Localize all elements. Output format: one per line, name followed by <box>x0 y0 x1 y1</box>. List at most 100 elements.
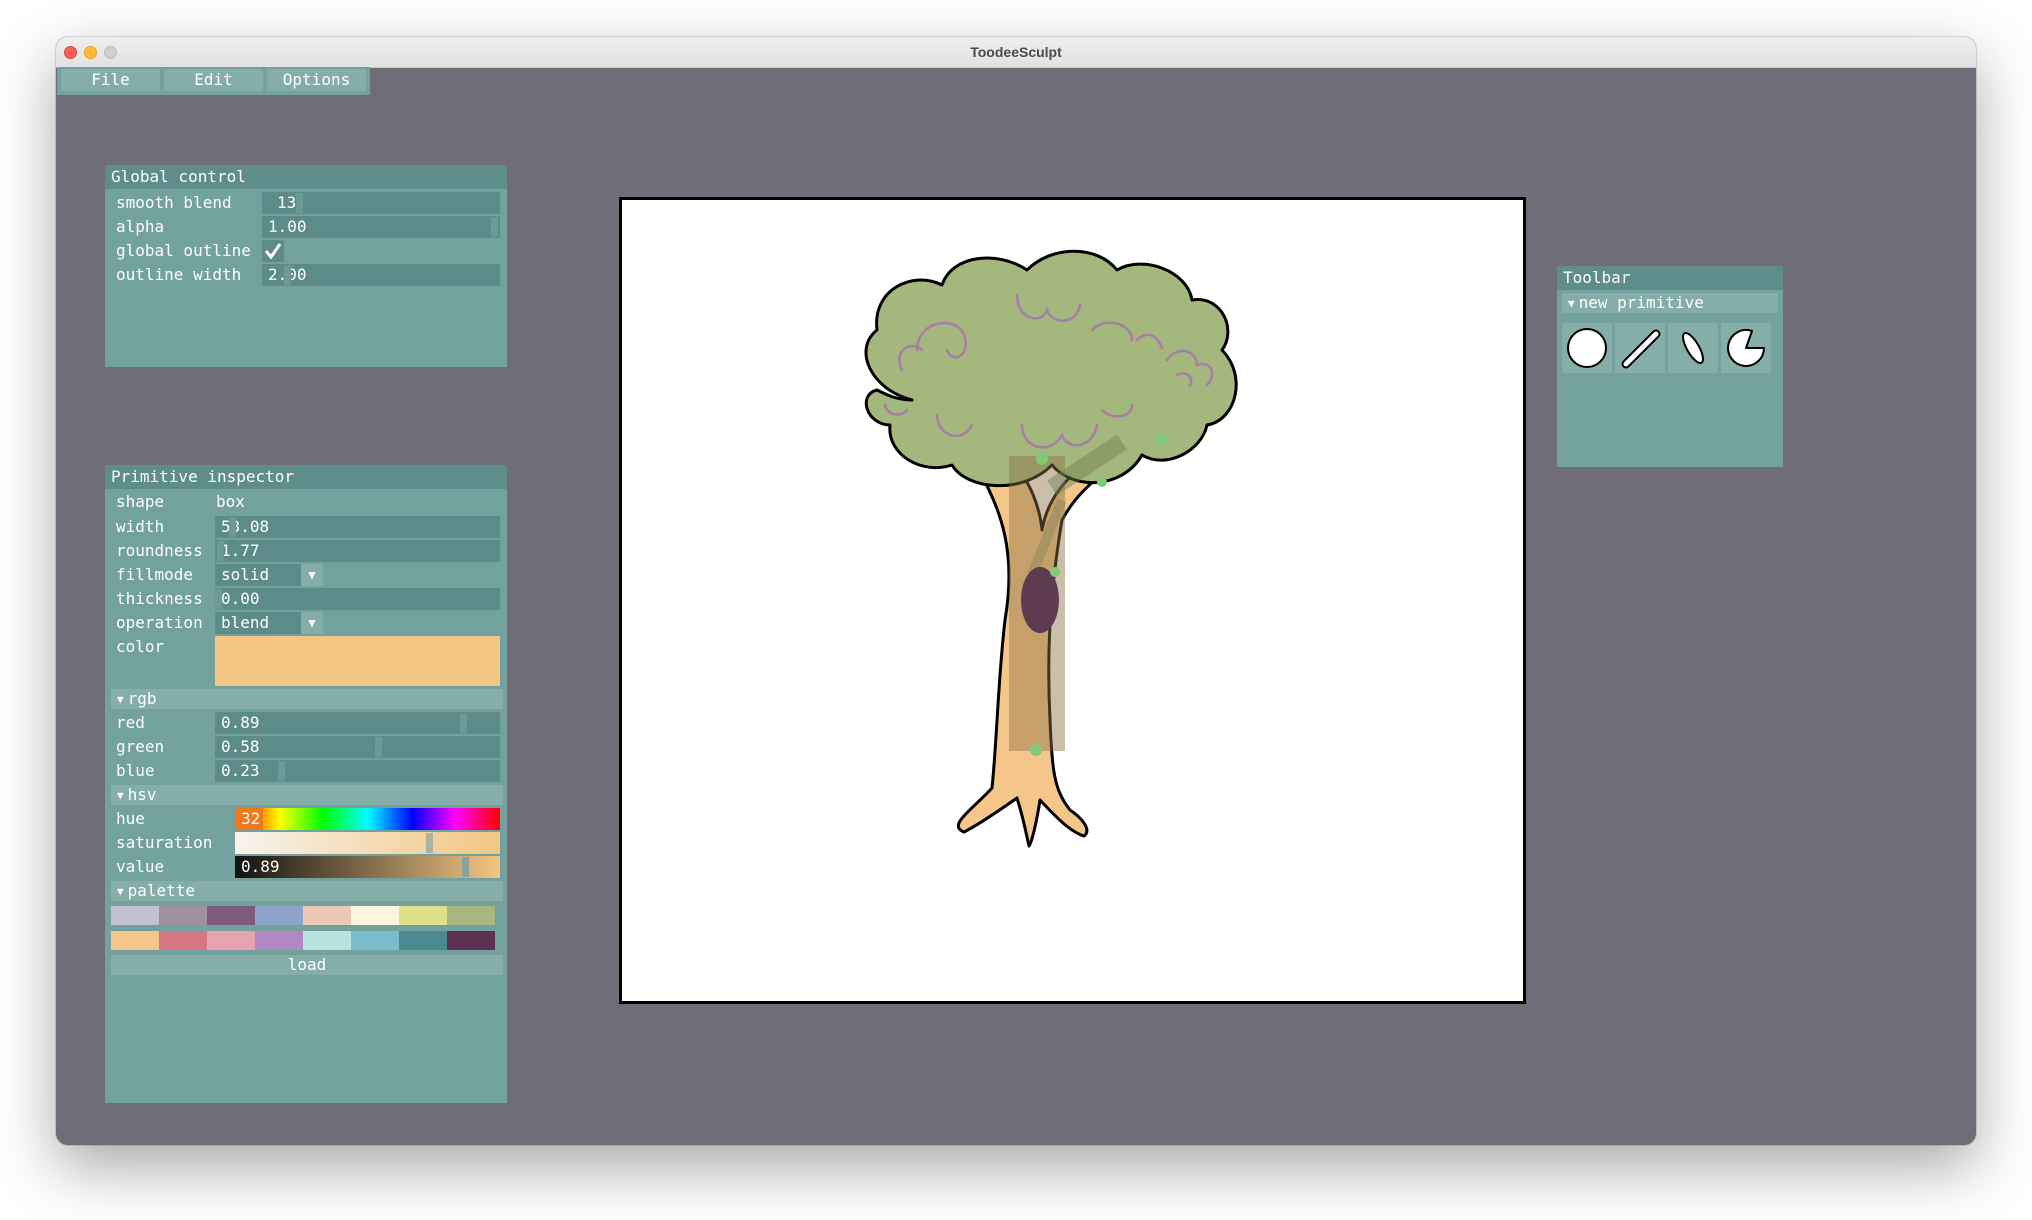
red-grab[interactable] <box>460 713 467 733</box>
alpha-slider[interactable]: 1.00 <box>262 216 500 238</box>
palette-swatch[interactable] <box>111 931 159 950</box>
pie-tool-icon <box>1727 328 1765 367</box>
palette-swatch[interactable] <box>111 906 159 925</box>
palette-swatch[interactable] <box>399 931 447 950</box>
saturation-label: saturation <box>116 833 213 852</box>
green-grab[interactable] <box>375 737 382 757</box>
width-grab[interactable] <box>229 517 236 537</box>
palette-swatch[interactable] <box>351 906 399 925</box>
value-grab[interactable] <box>462 857 469 877</box>
menu-options[interactable]: Options <box>267 69 366 91</box>
global-outline-checkbox[interactable] <box>262 240 284 262</box>
roundness-label: roundness <box>116 541 203 560</box>
hsv-section-header[interactable]: ▼ hsv <box>111 785 503 805</box>
circle-tool-button[interactable] <box>1562 323 1612 373</box>
pie-tool-button[interactable] <box>1721 323 1771 373</box>
operation-dropdown-button[interactable]: ▼ <box>301 612 323 634</box>
load-button[interactable]: load <box>111 955 503 975</box>
rgb-header-label: rgb <box>127 689 157 708</box>
menu-file[interactable]: File <box>61 69 160 91</box>
roundness-slider[interactable]: 1.77 <box>215 540 500 562</box>
line-tool-button[interactable] <box>1615 323 1665 373</box>
rgb-section-header[interactable]: ▼ rgb <box>111 689 503 709</box>
palette-swatch[interactable] <box>255 906 303 925</box>
palette-swatch[interactable] <box>399 906 447 925</box>
triangle-down-icon: ▼ <box>117 789 124 802</box>
minimize-window-button[interactable] <box>84 46 97 59</box>
value-row: value 0.89 <box>111 856 503 878</box>
blue-row: blue 0.23 <box>111 760 503 782</box>
title-bar: ToodeeSculpt <box>56 37 1976 68</box>
circle-tool-icon <box>1567 328 1607 368</box>
width-slider[interactable]: 53.08 <box>215 516 500 538</box>
fillmode-dropdown-button[interactable]: ▼ <box>301 564 323 586</box>
palette-swatch[interactable] <box>351 931 399 950</box>
blue-value: 0.23 <box>221 761 260 780</box>
thickness-value: 0.00 <box>221 589 260 608</box>
green-slider[interactable]: 0.58 <box>215 736 500 758</box>
outline-width-slider[interactable]: 2.00 <box>262 264 500 286</box>
new-primitive-section-header[interactable]: ▼ new primitive <box>1562 293 1778 313</box>
smooth-blend-slider[interactable]: 13 <box>262 192 500 214</box>
alpha-value: 1.00 <box>268 217 307 236</box>
triangle-down-icon: ▼ <box>117 693 124 706</box>
smooth-blend-grab[interactable] <box>296 193 303 213</box>
blue-grab[interactable] <box>278 761 285 781</box>
outline-width-grab[interactable] <box>284 265 291 285</box>
outline-width-label: outline width <box>116 265 242 284</box>
chevron-down-icon: ▼ <box>308 568 316 582</box>
green-row: green 0.58 <box>111 736 503 758</box>
tree-drawing <box>864 249 1238 848</box>
alpha-label: alpha <box>116 217 165 236</box>
blue-slider[interactable]: 0.23 <box>215 760 500 782</box>
hue-slider[interactable]: 32 <box>235 808 500 830</box>
palette-swatch[interactable] <box>207 931 255 950</box>
thickness-slider[interactable]: 0.00 <box>215 588 500 610</box>
roundness-value: 1.77 <box>221 541 260 560</box>
close-window-button[interactable] <box>64 46 77 59</box>
operation-select[interactable]: blend <box>215 612 301 634</box>
palette-swatch[interactable] <box>159 931 207 950</box>
palette-swatch[interactable] <box>207 906 255 925</box>
thickness-grab[interactable] <box>215 589 222 609</box>
alpha-grab[interactable] <box>491 217 498 237</box>
smooth-blend-value: 13 <box>277 193 297 212</box>
toolbar-panel: Toolbar ▼ new primitive <box>1557 266 1783 467</box>
menu-bar: File Edit Options <box>57 67 370 95</box>
drawing-canvas[interactable] <box>619 197 1526 1004</box>
menu-edit[interactable]: Edit <box>164 69 263 91</box>
palette-grid <box>111 906 503 950</box>
palette-swatch[interactable] <box>159 906 207 925</box>
hsv-header-label: hsv <box>127 785 157 804</box>
roundness-grab[interactable] <box>217 541 224 561</box>
global-control-panel: Global control smooth blend 13 alpha 1.0… <box>105 165 507 367</box>
palette-swatch[interactable] <box>303 906 351 925</box>
palette-swatch[interactable] <box>303 931 351 950</box>
ellipse-tool-button[interactable] <box>1668 323 1718 373</box>
palette-swatch[interactable] <box>447 931 495 950</box>
zoom-window-button[interactable] <box>104 46 117 59</box>
fillmode-value: solid <box>221 565 270 584</box>
blue-label: blue <box>116 761 155 780</box>
red-slider[interactable]: 0.89 <box>215 712 500 734</box>
palette-swatch[interactable] <box>447 906 495 925</box>
tree-knot-hole <box>1021 567 1059 633</box>
color-preview-swatch[interactable] <box>215 636 500 686</box>
shape-value: box <box>216 492 245 511</box>
hue-row: hue 32 <box>111 808 503 830</box>
saturation-grab[interactable] <box>426 833 433 853</box>
global-outline-row: global outline <box>111 240 503 262</box>
fillmode-select[interactable]: solid <box>215 564 301 586</box>
operation-value: blend <box>221 613 270 632</box>
color-row: color <box>111 636 503 686</box>
operation-row: operation blend ▼ <box>111 612 503 634</box>
line-tool-icon <box>1621 329 1661 369</box>
saturation-slider[interactable]: 0.75 <box>235 832 500 854</box>
primitive-inspector-title: Primitive inspector <box>105 465 507 489</box>
palette-section-header[interactable]: ▼ palette <box>111 881 503 901</box>
thickness-label: thickness <box>116 589 203 608</box>
green-value: 0.58 <box>221 737 260 756</box>
triangle-down-icon: ▼ <box>117 885 124 898</box>
palette-swatch[interactable] <box>255 931 303 950</box>
value-slider[interactable]: 0.89 <box>235 856 500 878</box>
